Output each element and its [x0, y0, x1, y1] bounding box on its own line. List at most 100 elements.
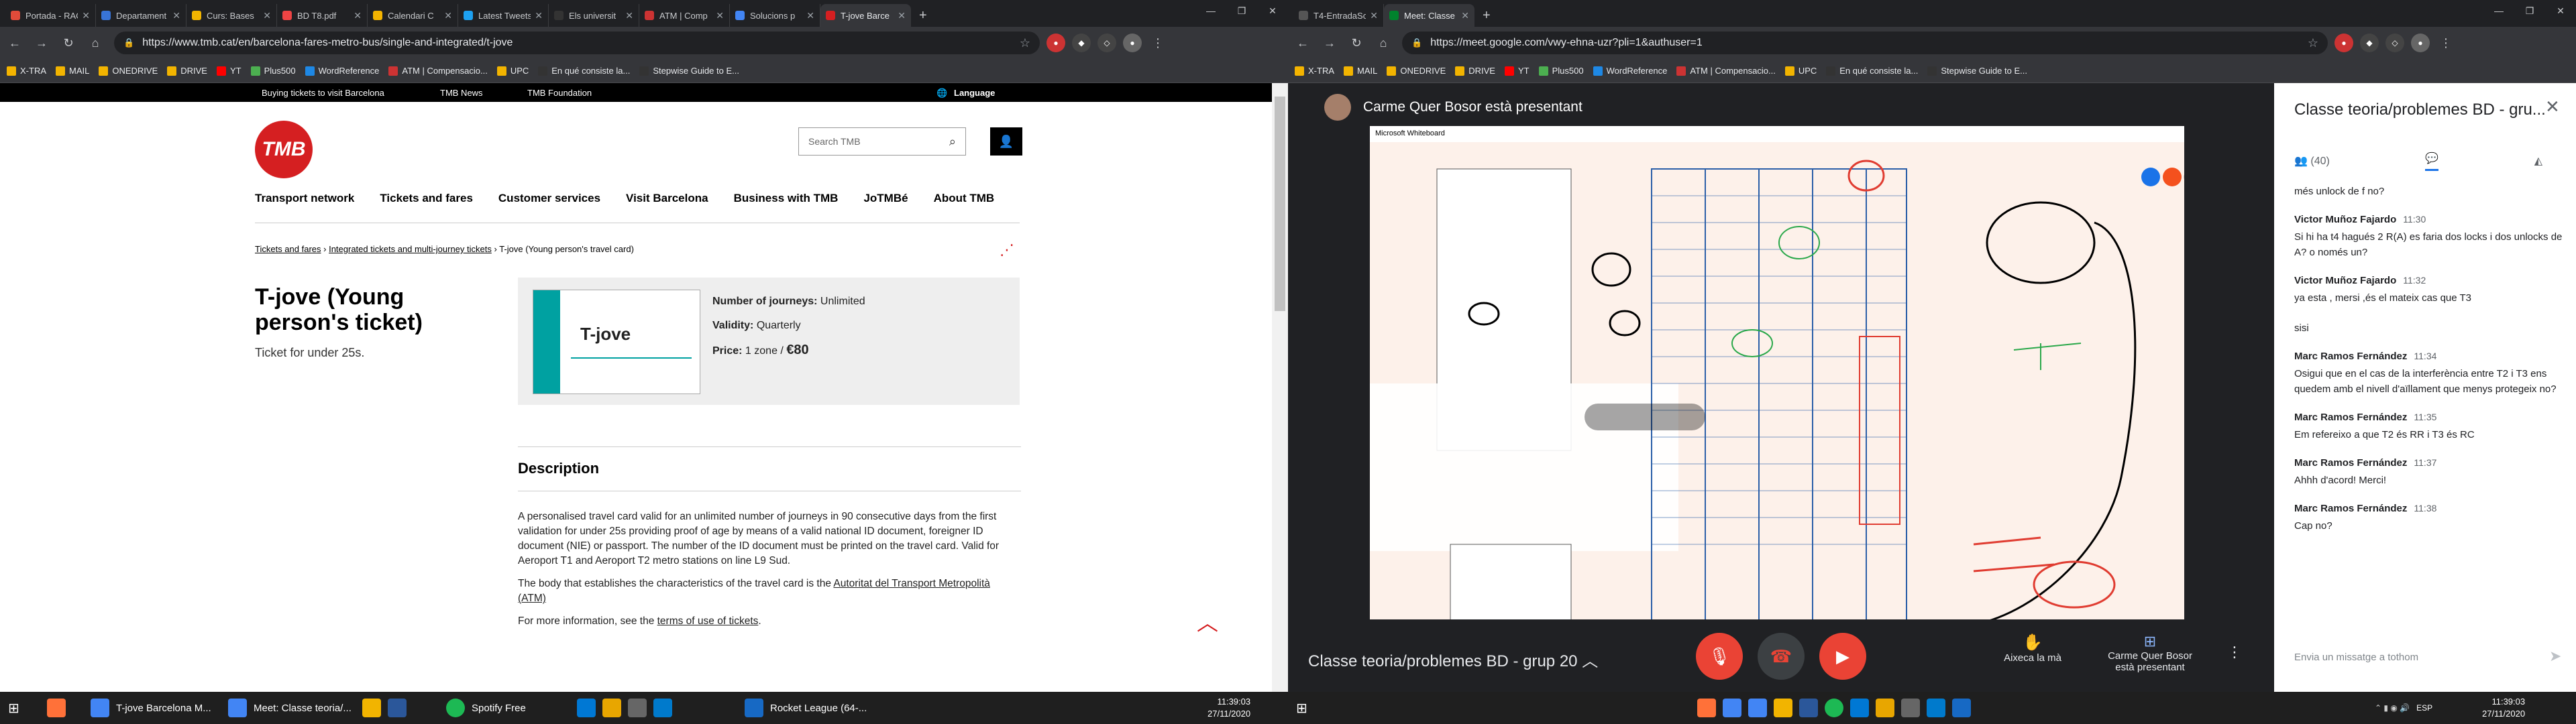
- rocket-league-icon[interactable]: [1952, 699, 1971, 717]
- bookmark-item[interactable]: ATM | Compensacio...: [388, 66, 488, 76]
- browser-tab[interactable]: T-jove Barce ✕: [820, 4, 911, 27]
- close-tab-icon[interactable]: ✕: [625, 10, 633, 21]
- close-tab-icon[interactable]: ✕: [1370, 10, 1378, 21]
- send-icon[interactable]: ➤: [2549, 648, 2561, 665]
- start-button[interactable]: ⊞: [8, 692, 19, 724]
- reload-icon[interactable]: ↻: [56, 31, 80, 55]
- new-tab-icon[interactable]: +: [911, 4, 935, 27]
- message-input[interactable]: Envia un missatge a tothom: [2294, 652, 2563, 663]
- bookmark-item[interactable]: UPC: [1784, 66, 1817, 76]
- back-icon[interactable]: ←: [3, 31, 27, 55]
- nav-item[interactable]: Tickets and fares: [380, 192, 473, 205]
- close-window-icon[interactable]: ✕: [2545, 0, 2576, 21]
- settings-icon[interactable]: [628, 699, 647, 717]
- bookmark-item[interactable]: YT: [216, 66, 241, 76]
- nav-item[interactable]: Customer services: [498, 192, 600, 205]
- vscode-icon[interactable]: [653, 699, 672, 717]
- bookmark-item[interactable]: Plus500: [250, 66, 296, 76]
- store-icon[interactable]: [1850, 699, 1869, 717]
- reload-icon[interactable]: ↻: [1344, 31, 1368, 55]
- extension-icon[interactable]: ◆: [2360, 34, 2379, 52]
- extension-icon[interactable]: ●: [2334, 34, 2353, 52]
- bookmark-item[interactable]: DRIVE: [167, 66, 207, 76]
- close-tab-icon[interactable]: ✕: [172, 10, 180, 21]
- tmb-logo[interactable]: TMB: [255, 121, 313, 178]
- nav-item[interactable]: Business with TMB: [734, 192, 839, 205]
- bookmark-item[interactable]: Stepwise Guide to E...: [639, 66, 739, 76]
- maximize-icon[interactable]: ❐: [2514, 0, 2545, 21]
- browser-tab[interactable]: Solucions p ✕: [730, 4, 820, 27]
- browser-tab[interactable]: Els universit ✕: [549, 4, 639, 27]
- bookmark-item[interactable]: YT: [1504, 66, 1529, 76]
- search-icon[interactable]: ⌕: [949, 135, 956, 149]
- mic-off-button[interactable]: 🎙: [1696, 633, 1743, 680]
- search-input[interactable]: Search TMB ⌕: [798, 127, 966, 156]
- bookmark-item[interactable]: UPC: [496, 66, 529, 76]
- bookmark-item[interactable]: WordReference: [305, 66, 379, 76]
- bookmark-item[interactable]: Plus500: [1538, 66, 1584, 76]
- browser-tab[interactable]: Portada - RAC1 ✕: [5, 4, 96, 27]
- browser-tab[interactable]: Meet: Classe teoria/problem ✕: [1384, 4, 1474, 27]
- maximize-icon[interactable]: ❐: [1226, 0, 1257, 21]
- bookmark-item[interactable]: MAIL: [1344, 66, 1377, 76]
- taskbar-item-meet[interactable]: Meet: Classe teoria/...: [228, 692, 352, 724]
- start-button-2[interactable]: ⊞: [1296, 692, 1307, 724]
- browser-tab[interactable]: Calendari C ✕: [368, 4, 458, 27]
- word-icon[interactable]: [388, 699, 407, 717]
- browser-tab[interactable]: Curs: Bases ✕: [186, 4, 277, 27]
- back-to-top-icon[interactable]: ︿: [1197, 606, 1218, 637]
- chevron-up-icon[interactable]: ︿: [1582, 652, 1598, 670]
- foundation-link[interactable]: TMB Foundation: [527, 88, 592, 98]
- spotify-icon[interactable]: [1825, 699, 1843, 717]
- profile-avatar[interactable]: ●: [2411, 34, 2430, 52]
- camera-off-button[interactable]: ▶: [1819, 633, 1866, 680]
- taskbar-item-rocket[interactable]: Rocket League (64-...: [745, 692, 867, 724]
- nav-item[interactable]: Transport network: [255, 192, 354, 205]
- close-tab-icon[interactable]: ✕: [898, 10, 906, 21]
- nav-item[interactable]: JoTMBé: [863, 192, 908, 205]
- close-tab-icon[interactable]: ✕: [444, 10, 452, 21]
- bookmark-item[interactable]: ATM | Compensacio...: [1676, 66, 1776, 76]
- address-bar[interactable]: 🔒 https://meet.google.com/vwy-ehna-uzr?p…: [1402, 32, 2328, 54]
- bookmark-star-icon[interactable]: ☆: [2308, 36, 2318, 50]
- close-tab-icon[interactable]: ✕: [354, 10, 362, 21]
- notes-icon[interactable]: [602, 699, 621, 717]
- menu-icon[interactable]: ⋮: [2436, 34, 2455, 52]
- nav-item[interactable]: About TMB: [934, 192, 995, 205]
- clock-right[interactable]: 11:39:03 27/11/2020: [2482, 696, 2525, 720]
- leave-call-button[interactable]: ☎: [1758, 633, 1805, 680]
- settings-icon[interactable]: [1901, 699, 1920, 717]
- extension-icon[interactable]: ◆: [1072, 34, 1091, 52]
- more-options-icon[interactable]: ⋮: [2227, 644, 2242, 661]
- close-tab-icon[interactable]: ✕: [716, 10, 724, 21]
- bookmark-item[interactable]: DRIVE: [1455, 66, 1495, 76]
- store-icon[interactable]: [577, 699, 596, 717]
- bookmark-item[interactable]: En qué consiste la...: [1826, 66, 1918, 76]
- extension-icon[interactable]: ◇: [2385, 34, 2404, 52]
- bookmark-star-icon[interactable]: ☆: [1020, 36, 1030, 50]
- meeting-title[interactable]: Classe teoria/problemes BD - grup 20 ︿: [1308, 648, 1598, 671]
- profile-avatar[interactable]: ●: [1123, 34, 1142, 52]
- close-tab-icon[interactable]: ✕: [535, 10, 543, 21]
- taskbar-item-tjove[interactable]: T-jove Barcelona M...: [91, 692, 211, 724]
- bookmark-item[interactable]: X-TRA: [1295, 66, 1334, 76]
- browser-tab[interactable]: T4-EntradaSortida ✕: [1293, 4, 1384, 27]
- bookmark-item[interactable]: ONEDRIVE: [1387, 66, 1446, 76]
- close-icon[interactable]: ✕: [2545, 97, 2560, 117]
- close-window-icon[interactable]: ✕: [1257, 0, 1288, 21]
- chrome-icon[interactable]: [1748, 699, 1767, 717]
- home-icon[interactable]: ⌂: [83, 31, 107, 55]
- clock-left[interactable]: 11:39:03 27/11/2020: [1208, 696, 1250, 720]
- breadcrumb-integrated[interactable]: Integrated tickets and multi-journey tic…: [329, 244, 492, 254]
- close-tab-icon[interactable]: ✕: [82, 10, 90, 21]
- notes-icon[interactable]: [1876, 699, 1894, 717]
- browser-tab[interactable]: ATM | Comp ✕: [639, 4, 730, 27]
- minimize-icon[interactable]: —: [2483, 0, 2514, 21]
- menu-icon[interactable]: ⋮: [1148, 34, 1167, 52]
- vscode-icon[interactable]: [1927, 699, 1945, 717]
- raise-hand-button[interactable]: ✋ Aixeca la mà: [1999, 633, 2066, 664]
- extension-icon[interactable]: ●: [1046, 34, 1065, 52]
- close-tab-icon[interactable]: ✕: [806, 10, 814, 21]
- forward-icon[interactable]: →: [30, 31, 54, 55]
- share-icon[interactable]: ⋰: [1000, 241, 1014, 259]
